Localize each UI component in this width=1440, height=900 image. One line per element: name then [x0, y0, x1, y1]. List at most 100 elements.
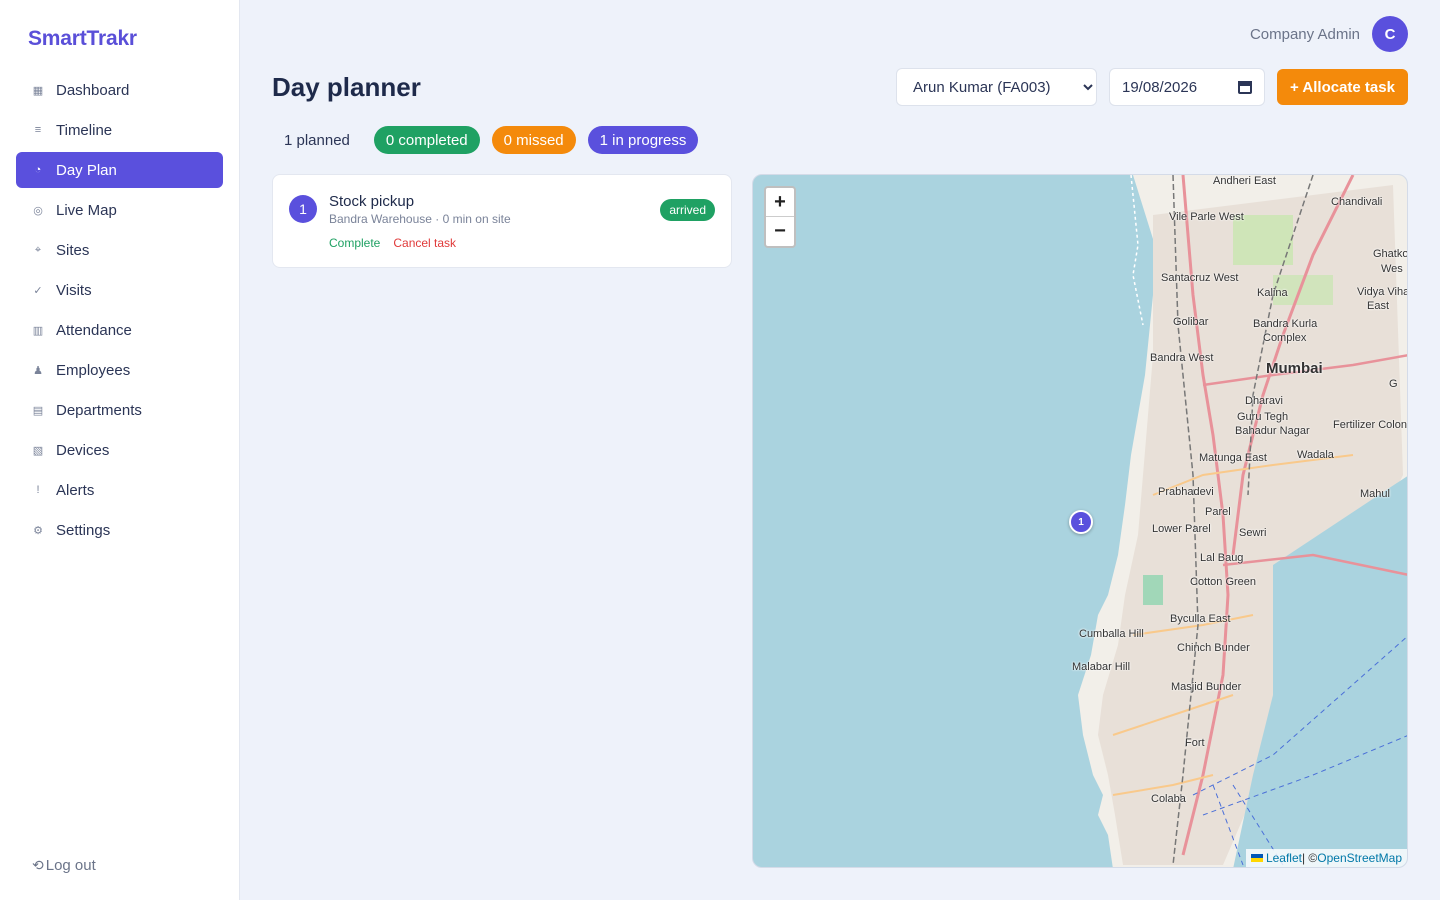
map-label: Andheri East [1213, 175, 1276, 187]
sidebar-item-icon: ♟ [33, 364, 43, 377]
task-status-badge: arrived [660, 199, 715, 221]
sidebar-item-dashboard[interactable]: ▦ Dashboard [16, 72, 223, 108]
task-subtitle: Bandra Warehouse · 0 min on site [329, 212, 511, 226]
map-label: Wes [1381, 263, 1403, 275]
map-label: Dharavi [1245, 395, 1283, 407]
attribution-separator: | © [1301, 851, 1318, 865]
sidebar-item-label: Live Map [56, 201, 117, 219]
map-label: Sewri [1239, 527, 1267, 539]
map-label: Byculla East [1170, 613, 1231, 625]
sidebar-item-label: Timeline [56, 121, 113, 139]
map-label: Masjid Bunder [1171, 681, 1242, 693]
sidebar: SmartTrakr ▦ Dashboard ≡ Timeline ◔ Day Plan ◎… [0, 0, 240, 900]
sidebar-item-icon: ⚙ [33, 524, 43, 537]
date-value: 19/08/2026 [1122, 78, 1198, 96]
map-label: Golibar [1173, 316, 1209, 328]
map-label: Bandra Kurla [1253, 318, 1318, 330]
sidebar-item-devices[interactable]: ▧ Devices [16, 432, 223, 468]
sidebar-item-icon: ✓ [33, 284, 43, 297]
sidebar-item-label: Departments [56, 401, 142, 419]
user-name: Company Admin [1249, 26, 1360, 43]
map-label: G [1389, 378, 1398, 390]
sidebar-item-label: Sites [56, 241, 90, 259]
calendar-icon[interactable] [1238, 80, 1252, 94]
map-label: Wadala [1297, 449, 1334, 461]
map-label: Mumbai [1266, 360, 1323, 377]
task-title: Stock pickup [329, 193, 415, 210]
brand-logo[interactable]: SmartTrakr [28, 27, 137, 51]
sidebar-item-icon: ▤ [32, 404, 44, 417]
map-label: East [1367, 300, 1390, 312]
logout-icon: ⟲ [32, 857, 44, 873]
task-number: 1 [289, 195, 317, 223]
sidebar-item-departments[interactable]: ▤ Departments [16, 392, 223, 428]
sidebar-item-label: Devices [56, 441, 110, 459]
sidebar-item-alerts[interactable]: ! Alerts [16, 472, 223, 508]
complete-task-link[interactable]: Complete [329, 236, 380, 250]
logout-button[interactable]: ⟲ Log out [32, 857, 96, 874]
map-label: Prabhadevi [1158, 486, 1214, 498]
map-label: Mahul [1360, 488, 1390, 500]
date-input[interactable]: 19/08/2026 [1109, 68, 1265, 106]
leaflet-link[interactable]: Leaflet [1266, 851, 1302, 865]
map-label: Fertilizer Colon [1333, 419, 1407, 431]
map-view[interactable]: Andheri East Chandivali Vile Parle West … [752, 174, 1408, 868]
sidebar-item-icon: ▥ [32, 324, 44, 337]
sidebar-nav: ▦ Dashboard ≡ Timeline ◔ Day Plan ◎ Live Map ⌖ Si… [16, 72, 223, 552]
map-label: Malabar Hill [1072, 661, 1131, 673]
map-label: Bahadur Nagar [1235, 425, 1310, 437]
sidebar-item-icon: ! [36, 484, 40, 496]
sidebar-item-label: Attendance [56, 321, 132, 339]
openstreetmap-link[interactable]: OpenStreetMap [1317, 851, 1402, 865]
map-label: Lal Baug [1200, 552, 1244, 564]
zoom-out-button[interactable]: − [766, 217, 794, 246]
completed-badge: 0 completed [373, 126, 480, 154]
map-label: Kalina [1257, 287, 1288, 299]
map-label: Complex [1263, 332, 1307, 344]
sidebar-item-icon: ◎ [33, 204, 43, 217]
sidebar-item-label: Settings [56, 521, 111, 539]
map-label: Santacruz West [1161, 272, 1239, 284]
sidebar-item-timeline[interactable]: ≡ Timeline [16, 112, 223, 148]
sidebar-item-live-map[interactable]: ◎ Live Map [16, 192, 223, 228]
sidebar-item-employees[interactable]: ♟ Employees [16, 352, 223, 388]
sidebar-item-label: Day Plan [56, 161, 117, 179]
sidebar-item-label: Employees [56, 361, 131, 379]
map-attribution: Leaflet | © OpenStreetMap [1245, 849, 1407, 867]
cancel-task-link[interactable]: Cancel task [393, 236, 456, 250]
map-label: Bandra West [1150, 352, 1214, 364]
missed-badge: 0 missed [491, 126, 576, 154]
logout-label: Log out [45, 857, 96, 874]
sidebar-item-sites[interactable]: ⌖ Sites [16, 232, 223, 268]
map-label: Colaba [1151, 793, 1186, 805]
map-label: Guru Tegh [1237, 411, 1289, 423]
map-label: Chandivali [1331, 196, 1383, 208]
planned-count: 1 planned [284, 131, 350, 149]
map-label: Cotton Green [1190, 576, 1257, 588]
in-progress-badge: 1 in progress [587, 126, 699, 154]
sidebar-item-label: Dashboard [56, 81, 130, 99]
ukraine-flag-icon [1250, 854, 1263, 862]
map-label: Matunga East [1199, 452, 1267, 464]
map-label: Lower Parel [1152, 523, 1211, 535]
stats-bar: 1 planned 0 completed 0 missed 1 in prog… [272, 126, 710, 154]
avatar[interactable]: C [1372, 16, 1408, 52]
employee-select[interactable]: Arun Kumar (FA003) [896, 68, 1097, 106]
zoom-control: + − [764, 186, 796, 248]
map-label: Parel [1205, 506, 1231, 518]
allocate-task-button[interactable]: + Allocate task [1277, 69, 1408, 105]
page-title: Day planner [272, 72, 421, 102]
zoom-in-button[interactable]: + [766, 188, 794, 217]
sidebar-item-icon: ▦ [32, 84, 44, 97]
map-label: Cumballa Hill [1079, 628, 1144, 640]
map-label: Chinch Bunder [1177, 642, 1250, 654]
task-map-marker[interactable]: 1 [1069, 510, 1093, 534]
sidebar-item-icon: ⌖ [34, 243, 42, 256]
map-label: Fort [1185, 737, 1205, 749]
sidebar-item-attendance[interactable]: ▥ Attendance [16, 312, 223, 348]
sidebar-item-day-plan[interactable]: ◔ Day Plan [16, 152, 223, 188]
map-label: Vidya Viha [1357, 286, 1408, 298]
task-card: 1 Stock pickup Bandra Warehouse · 0 min … [272, 174, 732, 268]
sidebar-item-visits[interactable]: ✓ Visits [16, 272, 223, 308]
sidebar-item-settings[interactable]: ⚙ Settings [16, 512, 223, 548]
